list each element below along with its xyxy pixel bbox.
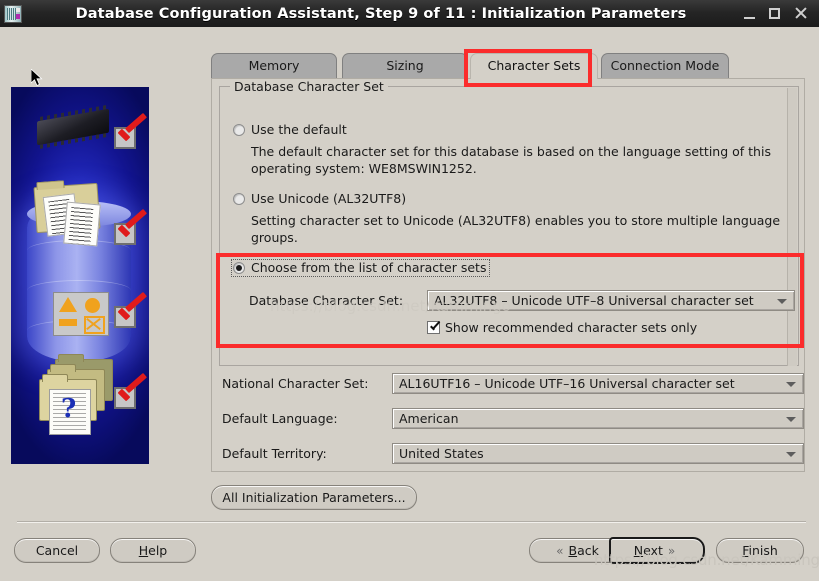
- tab-content-panel: Database Character Set Use the default T…: [211, 78, 805, 472]
- step-check-2: [114, 223, 140, 249]
- wizard-nav-group: « Back Next »: [529, 537, 705, 564]
- national-character-set-select[interactable]: AL16UTF16 – Unicode UTF–16 Universal cha…: [392, 373, 804, 394]
- checkbox-indicator: [427, 321, 440, 334]
- radio-indicator: [233, 124, 245, 136]
- step-check-3: [114, 306, 140, 332]
- use-unicode-description: Setting character set to Unicode (AL32UT…: [251, 213, 781, 245]
- default-language-row: Default Language: American: [222, 408, 804, 429]
- chevron-down-icon: [786, 417, 796, 422]
- chevron-down-icon: [786, 452, 796, 457]
- wizard-sidebar-graphic: ?: [11, 87, 149, 464]
- radio-use-unicode-label: Use Unicode (AL32UTF8): [251, 191, 407, 206]
- back-button-label: Back: [568, 543, 599, 558]
- documents-folder-icon: [33, 182, 109, 249]
- all-initialization-parameters-button[interactable]: All Initialization Parameters...: [211, 485, 417, 510]
- database-character-set-value: AL32UTF8 – Unicode UTF–8 Universal chara…: [434, 293, 754, 308]
- next-button[interactable]: Next »: [609, 537, 705, 564]
- database-character-set-label: Database Character Set:: [249, 293, 404, 308]
- cancel-button[interactable]: Cancel: [14, 538, 100, 563]
- national-character-set-value: AL16UTF16 – Unicode UTF–16 Universal cha…: [399, 376, 735, 391]
- radio-indicator: [233, 193, 245, 205]
- tab-character-sets[interactable]: Character Sets: [470, 53, 598, 79]
- national-character-set-label: National Character Set:: [222, 376, 369, 391]
- help-button-label: Help: [138, 543, 168, 558]
- use-default-description: The default character set for this datab…: [251, 144, 771, 176]
- radio-indicator: [233, 262, 245, 274]
- help-button[interactable]: Help: [110, 538, 196, 563]
- close-icon[interactable]: [794, 7, 807, 20]
- maximize-icon[interactable]: [769, 8, 780, 19]
- dbca-window: Database Configuration Assistant, Step 9…: [0, 0, 819, 581]
- default-language-select[interactable]: American: [392, 408, 804, 429]
- radio-use-unicode[interactable]: Use Unicode (AL32UTF8): [233, 192, 406, 206]
- step-check-4: [114, 387, 140, 413]
- default-territory-row: Default Territory: United States: [222, 443, 804, 464]
- window-title: Database Configuration Assistant, Step 9…: [75, 5, 687, 22]
- minimize-icon[interactable]: [744, 8, 755, 19]
- database-character-set-row: Database Character Set: AL32UTF8 – Unico…: [249, 290, 795, 311]
- show-recommended-checkbox[interactable]: Show recommended character sets only: [427, 320, 697, 335]
- default-territory-value: United States: [399, 446, 484, 461]
- database-character-set-select[interactable]: AL32UTF8 – Unicode UTF–8 Universal chara…: [427, 290, 795, 311]
- default-language-value: American: [399, 411, 459, 426]
- window-controls: [744, 7, 807, 20]
- step-check-1: [114, 127, 140, 153]
- database-app-icon: [4, 4, 22, 23]
- radio-use-default-label: Use the default: [251, 122, 347, 137]
- tab-connection-mode[interactable]: Connection Mode: [601, 53, 729, 78]
- chevron-right-icon: »: [667, 543, 676, 558]
- radio-use-default[interactable]: Use the default: [233, 123, 347, 137]
- shapes-palette-icon: [53, 292, 109, 336]
- tab-memory[interactable]: Memory: [211, 53, 337, 78]
- default-territory-label: Default Territory:: [222, 446, 327, 461]
- tab-strip: Memory Sizing Character Sets Connection …: [211, 53, 805, 79]
- mouse-cursor-icon: [31, 69, 44, 87]
- national-character-set-row: National Character Set: AL16UTF16 – Unic…: [222, 373, 804, 394]
- back-button[interactable]: « Back: [529, 538, 621, 563]
- show-recommended-label: Show recommended character sets only: [445, 320, 698, 335]
- default-territory-select[interactable]: United States: [392, 443, 804, 464]
- tab-sizing[interactable]: Sizing: [342, 53, 468, 78]
- radio-choose-from-list-label: Choose from the list of character sets: [251, 260, 487, 275]
- next-button-label: Next: [633, 543, 663, 558]
- chevron-down-icon: [777, 299, 787, 304]
- chevron-left-icon: «: [556, 543, 564, 558]
- title-bar: Database Configuration Assistant, Step 9…: [0, 0, 819, 27]
- database-character-set-group: Database Character Set Use the default T…: [219, 79, 799, 366]
- group-title: Database Character Set: [230, 79, 388, 94]
- default-language-label: Default Language:: [222, 411, 338, 426]
- memory-chip-icon: [37, 108, 109, 146]
- folders-question-icon: ?: [35, 354, 115, 435]
- finish-button[interactable]: Finish: [716, 538, 804, 563]
- finish-button-label: Finish: [742, 543, 778, 558]
- radio-choose-from-list[interactable]: Choose from the list of character sets: [231, 259, 491, 277]
- footer-divider: [17, 521, 806, 523]
- chevron-down-icon: [786, 382, 796, 387]
